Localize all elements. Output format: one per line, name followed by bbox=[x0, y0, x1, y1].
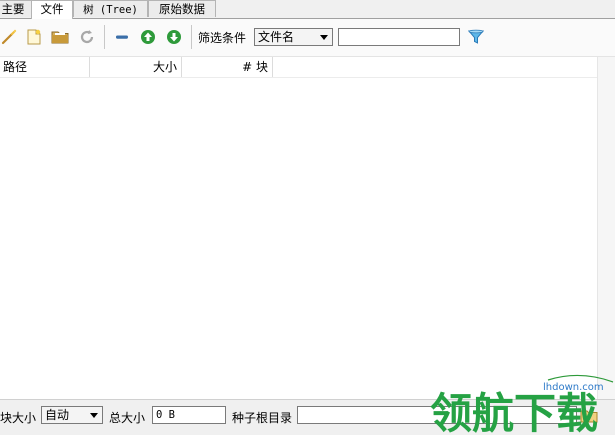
toolbar-separator bbox=[104, 25, 105, 49]
column-header-pieces[interactable]: # 块 bbox=[182, 57, 273, 77]
column-header-path[interactable]: 路径 bbox=[0, 57, 90, 77]
watermark: lhdown.com 领航下载 bbox=[430, 372, 615, 437]
filter-icon[interactable] bbox=[467, 28, 485, 46]
piece-size-label: 块大小 bbox=[0, 411, 37, 425]
chevron-down-icon bbox=[90, 413, 98, 418]
filter-field-select[interactable]: 文件名 bbox=[254, 28, 333, 46]
chevron-down-icon bbox=[320, 35, 328, 40]
file-list[interactable]: 路径 大小 # 块 bbox=[0, 57, 597, 399]
total-size-label: 总大小 bbox=[109, 411, 146, 425]
filter-input[interactable] bbox=[338, 28, 460, 46]
vertical-scrollbar[interactable] bbox=[597, 57, 615, 399]
tab-tree[interactable]: 树 (Tree) bbox=[73, 0, 148, 17]
list-header: 路径 大小 # 块 bbox=[0, 57, 597, 78]
filter-label: 筛选条件 bbox=[198, 31, 247, 45]
move-down-icon[interactable] bbox=[165, 28, 183, 46]
move-up-icon[interactable] bbox=[139, 28, 157, 46]
filter-field-value: 文件名 bbox=[258, 30, 295, 44]
remove-icon[interactable] bbox=[113, 28, 131, 46]
column-header-size[interactable]: 大小 bbox=[90, 57, 182, 77]
torrent-root-label: 种子根目录 bbox=[232, 411, 293, 425]
wand-icon[interactable] bbox=[0, 28, 18, 46]
total-size-field: 0 B bbox=[152, 406, 226, 424]
toolbar: 筛选条件 文件名 bbox=[0, 19, 615, 57]
refresh-icon[interactable] bbox=[78, 28, 96, 46]
watermark-text: 领航下载 bbox=[430, 389, 598, 434]
new-file-icon[interactable] bbox=[25, 28, 43, 46]
piece-size-select[interactable]: 自动 bbox=[41, 406, 103, 424]
piece-size-value: 自动 bbox=[45, 408, 70, 422]
toolbar-separator bbox=[191, 25, 192, 49]
tab-bar: 主要 文件 树 (Tree) 原始数据 bbox=[0, 0, 615, 19]
tab-raw-data[interactable]: 原始数据 bbox=[148, 0, 216, 17]
tab-files[interactable]: 文件 bbox=[31, 0, 73, 19]
folder-icon[interactable] bbox=[51, 28, 69, 46]
tab-main[interactable]: 主要 bbox=[0, 0, 32, 17]
